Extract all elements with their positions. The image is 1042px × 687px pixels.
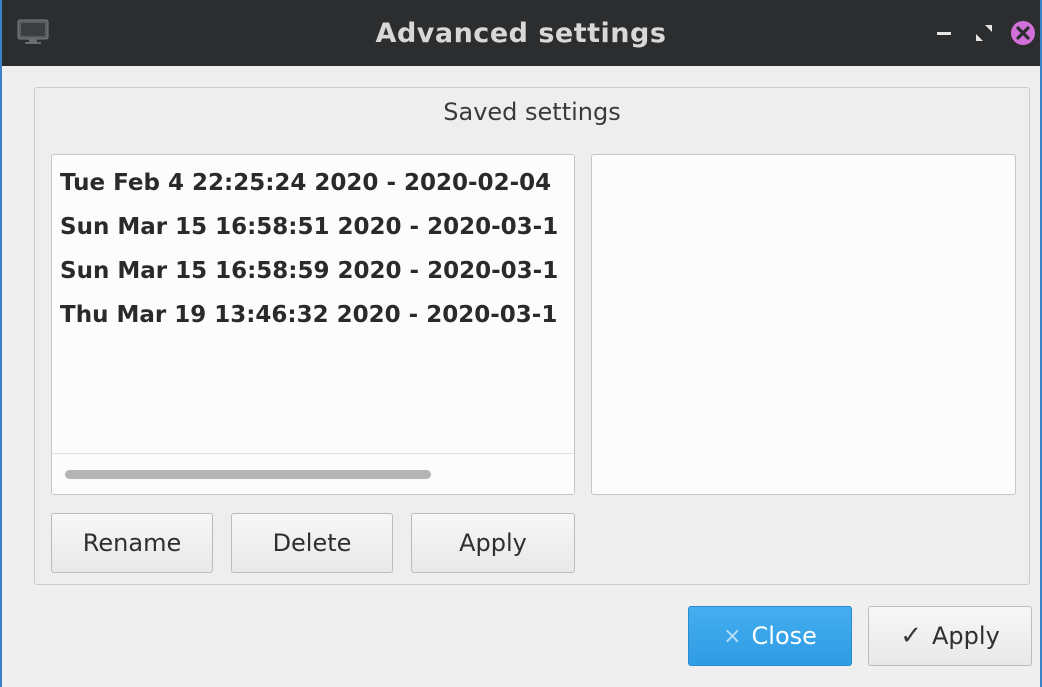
delete-button[interactable]: Delete [231,513,393,573]
minimize-icon[interactable] [932,20,958,46]
dialog-content: Saved settings Tue Feb 4 22:25:24 2020 -… [2,66,1040,687]
list-item[interactable]: Thu Mar 19 13:46:32 2020 - 2020-03-1 [60,293,574,337]
saved-settings-group: Saved settings Tue Feb 4 22:25:24 2020 -… [34,87,1030,585]
checkmark-icon: ✓ [900,621,923,651]
apply-saved-setting-button[interactable]: Apply [411,513,575,573]
list-item[interactable]: Sun Mar 15 16:58:51 2020 - 2020-03-1 [60,205,574,249]
apply-saved-setting-label: Apply [459,529,527,557]
window-title: Advanced settings [375,18,667,49]
saved-settings-list[interactable]: Tue Feb 4 22:25:24 2020 - 2020-02-04 Sun… [51,154,575,495]
close-button-label: Close [751,622,817,650]
apply-button[interactable]: ✓ Apply [868,606,1032,666]
rename-button[interactable]: Rename [51,513,213,573]
settings-preview-pane [591,154,1016,495]
close-x-icon: × [723,623,742,649]
list-item[interactable]: Tue Feb 4 22:25:24 2020 - 2020-02-04 [60,161,574,205]
apply-button-label: Apply [932,622,1000,650]
close-icon[interactable] [1010,20,1036,46]
delete-button-label: Delete [272,529,352,557]
rename-button-label: Rename [82,529,182,557]
advanced-settings-window: Advanced settings Saved settings Tue Feb… [0,0,1042,687]
group-title: Saved settings [443,98,621,126]
scrollbar-thumb[interactable] [65,470,431,479]
title-bar[interactable]: Advanced settings [2,0,1040,66]
horizontal-scrollbar[interactable] [52,453,574,494]
close-button[interactable]: × Close [688,606,852,666]
list-item[interactable]: Sun Mar 15 16:58:59 2020 - 2020-03-1 [60,249,574,293]
list-items: Tue Feb 4 22:25:24 2020 - 2020-02-04 Sun… [60,161,574,337]
maximize-icon[interactable] [972,20,998,46]
